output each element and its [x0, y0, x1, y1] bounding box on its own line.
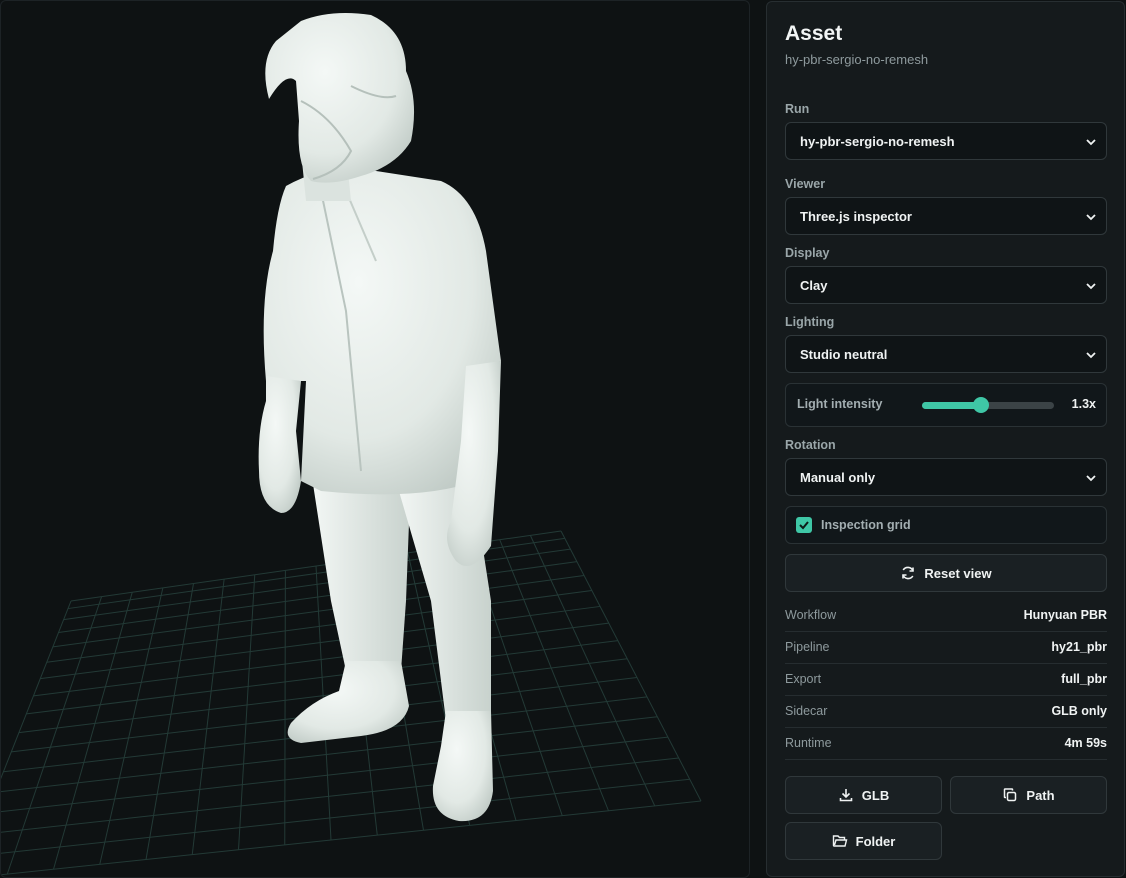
run-label: Run: [785, 102, 810, 116]
download-icon: [839, 789, 853, 802]
grid-line: [53, 592, 133, 870]
display-label: Display: [785, 246, 830, 260]
viewport-canvas[interactable]: [1, 1, 750, 878]
chevron-down-icon: [1086, 352, 1096, 359]
copy-path-button[interactable]: Path: [950, 776, 1107, 814]
meta-key: Export: [785, 672, 822, 686]
run-select-value: hy-pbr-sergio-no-remesh: [800, 133, 955, 149]
meta-row-sidecar: Sidecar GLB only: [785, 696, 1107, 728]
grid-line: [145, 583, 194, 860]
refresh-icon: [902, 566, 915, 580]
rotation-label: Rotation: [785, 438, 836, 452]
inspection-grid-checkbox[interactable]: [796, 517, 812, 533]
meta-row-pipeline: Pipeline hy21_pbr: [785, 632, 1107, 664]
display-select-value: Clay: [800, 277, 828, 293]
path-label: Path: [1026, 787, 1055, 803]
check-icon: [799, 521, 809, 530]
meta-value: Hunyuan PBR: [1023, 608, 1107, 622]
glb-label: GLB: [861, 787, 890, 803]
folder-icon: [832, 835, 848, 847]
clay-model-figure: [258, 13, 501, 822]
meta-key: Pipeline: [785, 640, 830, 654]
meta-value: hy21_pbr: [1051, 640, 1107, 654]
grid-line: [1, 600, 72, 780]
rotation-select[interactable]: Manual only: [785, 458, 1107, 496]
light-intensity-label: Light intensity: [797, 397, 883, 411]
display-select[interactable]: Clay: [785, 266, 1107, 304]
grid-line: [1, 757, 679, 833]
asset-name: hy-pbr-sergio-no-remesh: [785, 52, 929, 67]
lighting-select-value: Studio neutral: [800, 346, 888, 362]
grid-line: [6, 596, 103, 875]
grid-line: [529, 535, 656, 807]
slider-thumb[interactable]: [973, 397, 990, 413]
inspection-grid-label: Inspection grid: [821, 518, 911, 532]
chevron-down-icon: [1086, 475, 1096, 482]
meta-key: Workflow: [785, 608, 837, 622]
meta-row-export: Export full_pbr: [785, 664, 1107, 696]
viewer-select[interactable]: Three.js inspector: [785, 197, 1107, 235]
open-folder-button[interactable]: Folder: [785, 822, 942, 860]
inspection-grid-toggle[interactable]: Inspection grid: [785, 506, 1107, 544]
grid-line: [191, 579, 225, 855]
reset-view-label: Reset view: [924, 565, 992, 581]
download-glb-button[interactable]: GLB: [785, 776, 942, 814]
grid-line: [238, 574, 256, 850]
run-select[interactable]: hy-pbr-sergio-no-remesh: [785, 122, 1107, 160]
grid-line: [284, 570, 286, 845]
copy-icon: [1004, 788, 1017, 802]
grid-line: [1, 736, 668, 813]
meta-row-runtime: Runtime 4m 59s: [785, 728, 1107, 760]
meta-key: Sidecar: [785, 704, 828, 718]
panel-title: Asset: [785, 22, 843, 45]
chevron-down-icon: [1086, 283, 1096, 290]
grid-line: [99, 587, 164, 865]
grid-line: [560, 530, 702, 802]
viewer-select-value: Three.js inspector: [800, 208, 912, 224]
chevron-down-icon: [1086, 139, 1096, 146]
grid-line: [1, 800, 702, 876]
lighting-label: Lighting: [785, 315, 835, 329]
folder-label: Folder: [855, 833, 896, 849]
meta-value: full_pbr: [1061, 672, 1107, 686]
reset-view-button[interactable]: Reset view: [785, 554, 1107, 592]
light-intensity-value: 1.3x: [1071, 397, 1096, 411]
lighting-select[interactable]: Studio neutral: [785, 335, 1107, 373]
meta-key: Runtime: [785, 736, 832, 750]
meta-row-workflow: Workflow Hunyuan PBR: [785, 600, 1107, 632]
chevron-down-icon: [1086, 214, 1096, 221]
inspector-panel: Asset hy-pbr-sergio-no-remesh Run hy-pbr…: [766, 1, 1125, 877]
3d-viewport[interactable]: [0, 0, 750, 878]
rotation-select-value: Manual only: [800, 469, 876, 485]
meta-value: 4m 59s: [1064, 736, 1107, 750]
grid-line: [499, 539, 609, 811]
meta-value: GLB only: [1051, 704, 1107, 718]
viewer-label: Viewer: [785, 177, 826, 191]
light-intensity-control: Light intensity 1.3x: [785, 383, 1107, 427]
